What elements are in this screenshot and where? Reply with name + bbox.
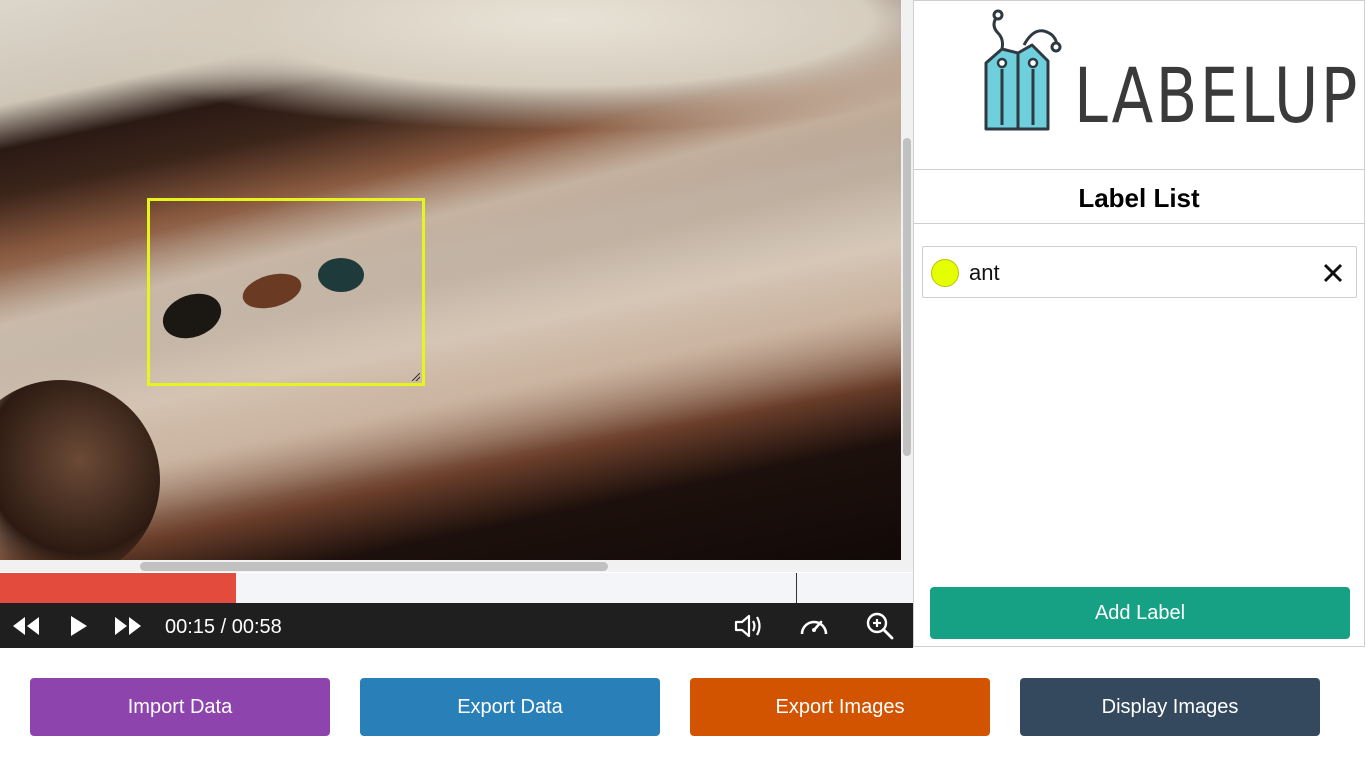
- label-name: ant: [969, 260, 1000, 285]
- label-color-swatch[interactable]: [931, 259, 959, 287]
- speedometer-icon: [800, 620, 828, 635]
- zoom-in-icon: [866, 612, 894, 640]
- logo-wordmark: LABELUP: [1074, 51, 1360, 140]
- speed-button[interactable]: [796, 611, 832, 641]
- close-icon: [1323, 263, 1343, 283]
- fast-forward-icon: [115, 617, 141, 635]
- display-images-button[interactable]: Display Images: [1020, 678, 1320, 736]
- export-data-button[interactable]: Export Data: [360, 678, 660, 736]
- label-panel: LABELUP Label List ant Add Label: [913, 0, 1365, 647]
- remove-label-button[interactable]: [1320, 260, 1346, 286]
- play-icon: [71, 616, 87, 636]
- export-images-button[interactable]: Export Images: [690, 678, 990, 736]
- logo: LABELUP: [914, 1, 1364, 170]
- resize-handle-icon[interactable]: [412, 373, 420, 381]
- volume-button[interactable]: [730, 611, 766, 641]
- video-frame[interactable]: [0, 0, 901, 560]
- label-list-item[interactable]: ant: [922, 246, 1357, 298]
- time-display: 00:15 / 00:58: [165, 616, 282, 638]
- panel-title: Label List: [914, 170, 1364, 224]
- timeline-marker[interactable]: [796, 573, 797, 603]
- import-data-button[interactable]: Import Data: [30, 678, 330, 736]
- tag-logo-icon: [984, 9, 1062, 131]
- zoom-button[interactable]: [862, 611, 898, 641]
- vertical-scrollbar-thumb[interactable]: [903, 138, 911, 456]
- add-label-button[interactable]: Add Label: [930, 587, 1350, 639]
- rewind-button[interactable]: [10, 611, 42, 641]
- timeline-progress: [0, 573, 237, 603]
- player-controls: 00:15 / 00:58: [0, 603, 913, 648]
- rewind-icon: [13, 617, 39, 635]
- bounding-box-ant[interactable]: [147, 198, 425, 386]
- fast-forward-button[interactable]: [112, 611, 144, 641]
- timeline-bar[interactable]: [0, 573, 913, 603]
- play-button[interactable]: [64, 611, 92, 641]
- horizontal-scrollbar-thumb[interactable]: [140, 562, 608, 571]
- volume-icon: [734, 614, 761, 638]
